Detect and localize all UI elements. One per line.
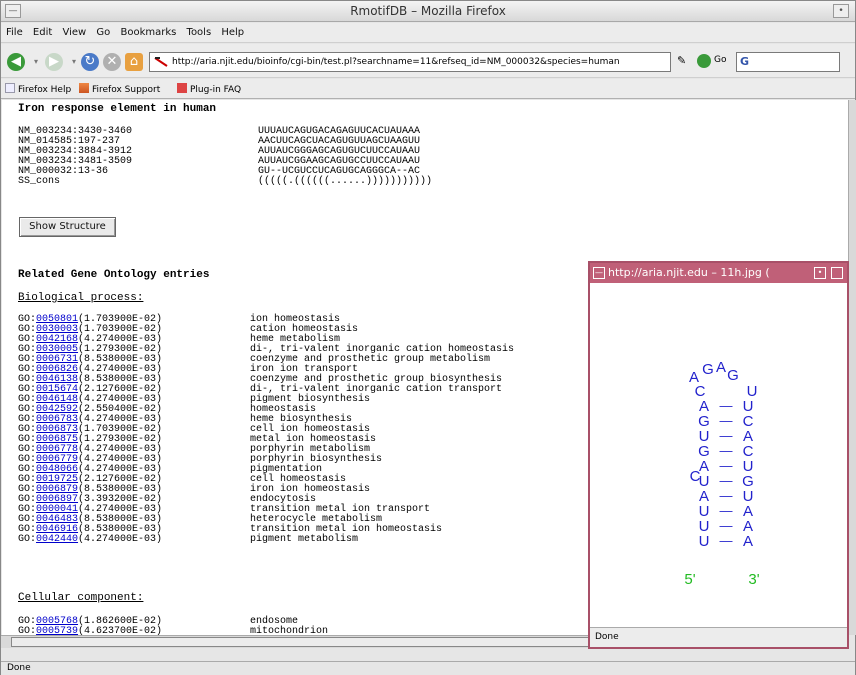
back-icon[interactable]: ◀ bbox=[7, 53, 25, 71]
go-id-link[interactable]: 0005739 bbox=[36, 626, 78, 636]
alignment-row: SS_cons (((((.((((((......))))))))))) bbox=[18, 177, 432, 187]
go-score: (4.274000E-03) bbox=[78, 534, 163, 545]
bulge-nucleotide: C bbox=[690, 468, 701, 485]
base-pair-bond: — bbox=[720, 413, 733, 428]
sequence-id: SS_cons bbox=[18, 176, 61, 187]
menu-bar: File Edit View Go Bookmarks Tools Help bbox=[1, 23, 855, 43]
go-entry: GO:0005739(4.623700E-02) bbox=[18, 626, 250, 636]
site-favicon-icon bbox=[154, 57, 168, 67]
bookmark-firefox-help[interactable]: Firefox Help bbox=[5, 83, 71, 95]
go-entry: GO:0042440(4.274000E-03) bbox=[18, 535, 250, 545]
reload-icon[interactable]: ↻ bbox=[81, 53, 99, 71]
sequence-text: (((((.((((((......))))))))))) bbox=[258, 176, 433, 187]
base-pair-bond: — bbox=[720, 488, 733, 503]
go-button[interactable]: Go bbox=[714, 55, 726, 65]
url-text: http://aria.njit.edu/bioinfo/cgi-bin/tes… bbox=[172, 57, 620, 67]
menu-edit[interactable]: Edit bbox=[33, 27, 52, 38]
three-prime-label: 3' bbox=[748, 571, 759, 588]
bookmark-firefox-support[interactable]: Firefox Support bbox=[79, 83, 160, 95]
go-prefix: GO: bbox=[18, 534, 37, 545]
popup-title: http://aria.njit.edu – 11h.jpg ( bbox=[608, 266, 770, 279]
go-term: mitochondrion bbox=[250, 626, 329, 636]
status-bar: Done bbox=[1, 661, 855, 675]
base-pair-bond: — bbox=[720, 443, 733, 458]
go-heading: Related Gene Ontology entries bbox=[18, 269, 210, 281]
go-term: pigment metabolism bbox=[250, 534, 359, 545]
menu-help[interactable]: Help bbox=[221, 27, 244, 38]
window-maximize-button[interactable]: • bbox=[833, 4, 849, 18]
show-structure-button[interactable]: Show Structure bbox=[19, 217, 116, 237]
popup-minimize-button[interactable]: • bbox=[814, 267, 826, 279]
loop-nucleotide: G bbox=[702, 361, 714, 378]
base-pair-bond: — bbox=[720, 533, 733, 548]
base-pair-bond: — bbox=[720, 458, 733, 473]
cellular-component-heading: Cellular component: bbox=[18, 592, 144, 604]
stop-icon[interactable]: ✕ bbox=[103, 53, 121, 71]
page-title: Iron response element in human bbox=[18, 103, 217, 115]
bookmark-plugin-faq[interactable]: Plug-in FAQ bbox=[177, 83, 241, 95]
go-id-link[interactable]: 0042440 bbox=[36, 534, 78, 545]
image-popup-window: — http://aria.njit.edu – 11h.jpg ( • AGA… bbox=[588, 261, 849, 649]
base-pair-bond: — bbox=[720, 473, 733, 488]
home-icon[interactable]: ⌂ bbox=[125, 53, 143, 71]
vertical-scrollbar[interactable] bbox=[848, 100, 856, 635]
popup-menu-button[interactable]: — bbox=[593, 267, 605, 279]
biological-process-heading: Biological process: bbox=[18, 292, 144, 304]
menu-tools[interactable]: Tools bbox=[187, 27, 212, 38]
go-icon[interactable] bbox=[697, 54, 711, 68]
back-dropdown-icon[interactable]: ▾ bbox=[27, 53, 45, 71]
bookmark-page-icon[interactable]: ✎ bbox=[677, 54, 691, 70]
go-score: (4.623700E-02) bbox=[78, 626, 163, 636]
search-engine-icon[interactable]: G bbox=[740, 55, 749, 68]
bookmark-icon bbox=[79, 83, 89, 93]
search-input[interactable]: G bbox=[736, 52, 840, 72]
bookmarks-toolbar: Firefox Help Firefox Support Plug-in FAQ bbox=[1, 79, 855, 99]
window-title: RmotifDB – Mozilla Firefox bbox=[350, 4, 506, 18]
go-row: GO:0042440(4.274000E-03) pigment metaboli… bbox=[18, 535, 358, 545]
menu-file[interactable]: File bbox=[6, 27, 23, 38]
navigation-toolbar: ◀ ▾ ▶ ▾ ↻ ✕ ⌂ http://aria.njit.edu/bioin… bbox=[1, 44, 855, 78]
menu-view[interactable]: View bbox=[62, 27, 86, 38]
base-pair-bond: — bbox=[720, 503, 733, 518]
base-pair-bond: — bbox=[720, 518, 733, 533]
page-icon bbox=[5, 83, 15, 93]
rna-structure-image: A G A GC UA U—G C—U A—G C—A U—U G—A U—U A—U A—U A—C5' 3… bbox=[684, 359, 759, 588]
five-prime-label: 5' bbox=[684, 571, 695, 588]
plugin-icon bbox=[177, 83, 187, 93]
base-pair-bond: — bbox=[720, 428, 733, 443]
menu-bookmarks[interactable]: Bookmarks bbox=[120, 27, 176, 38]
base-pair-bond: — bbox=[720, 398, 733, 413]
loop-nucleotide: G bbox=[727, 367, 739, 384]
menu-go[interactable]: Go bbox=[96, 27, 110, 38]
right-nucleotide: A bbox=[743, 533, 753, 550]
forward-icon[interactable]: ▶ bbox=[45, 53, 63, 71]
popup-title-bar[interactable]: — http://aria.njit.edu – 11h.jpg ( • bbox=[590, 263, 847, 283]
popup-maximize-button[interactable] bbox=[831, 267, 843, 279]
go-row: GO:0005739(4.623700E-02) mitochondrion bbox=[18, 626, 329, 636]
loop-nucleotide: A bbox=[716, 359, 726, 376]
url-bar[interactable]: http://aria.njit.edu/bioinfo/cgi-bin/tes… bbox=[149, 52, 671, 72]
left-nucleotide: U bbox=[699, 533, 710, 550]
title-bar[interactable]: — RmotifDB – Mozilla Firefox • bbox=[1, 1, 855, 22]
popup-status-bar: Done bbox=[590, 627, 847, 647]
go-prefix: GO: bbox=[18, 626, 37, 636]
